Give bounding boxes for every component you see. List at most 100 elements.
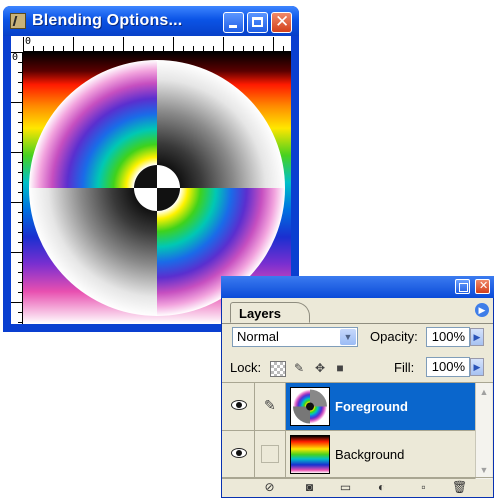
panel-menu-button[interactable]: ▶ — [475, 303, 489, 317]
scroll-down-icon[interactable]: ▼ — [477, 463, 491, 477]
layers-scrollbar[interactable]: ▲ ▼ — [475, 383, 492, 479]
ruler-corner[interactable] — [11, 36, 23, 52]
opacity-slider-arrow-icon[interactable]: ▶ — [470, 328, 484, 346]
ruler-tick — [213, 46, 214, 51]
chevron-down-icon[interactable]: ▼ — [340, 329, 356, 345]
document-titlebar[interactable]: Blending Options... ✕ — [3, 6, 299, 36]
scroll-up-icon[interactable]: ▲ — [477, 385, 491, 399]
ruler-tick — [18, 112, 22, 113]
ruler-tick — [18, 182, 22, 183]
ruler-tick — [253, 46, 254, 51]
layers-panel: ✕ Layers ▶ Normal ▼ Opacity: 100% ▶ Lock… — [221, 276, 494, 498]
visibility-toggle[interactable] — [222, 431, 255, 478]
eye-icon — [231, 400, 247, 410]
trash-icon[interactable]: 🗑 — [452, 480, 467, 494]
ruler-tick — [153, 46, 154, 51]
ruler-tick — [11, 102, 22, 103]
adjustment-layer-icon[interactable]: ◐ — [374, 480, 389, 494]
ruler-tick — [11, 302, 22, 303]
ruler-tick — [73, 37, 74, 51]
ruler-tick — [113, 46, 114, 51]
ruler-tick — [18, 192, 22, 193]
ruler-tick — [223, 37, 224, 51]
maximize-button[interactable] — [247, 12, 268, 33]
close-icon: ✕ — [479, 279, 489, 292]
horizontal-ruler[interactable]: 0 — [23, 36, 291, 52]
lock-position-icon[interactable]: ✥ — [313, 361, 327, 375]
ruler-h-origin-label: 0 — [25, 36, 32, 47]
layer-link-cell[interactable] — [255, 431, 286, 478]
new-group-icon[interactable]: ▭ — [338, 480, 353, 494]
tab-layers[interactable]: Layers — [230, 302, 310, 323]
ruler-tick — [93, 46, 94, 51]
panel-restore-button[interactable] — [455, 279, 470, 294]
ruler-tick — [243, 46, 244, 51]
vertical-ruler[interactable]: 0 — [11, 52, 23, 324]
ruler-tick — [18, 82, 22, 83]
ruler-tick — [18, 92, 22, 93]
restore-icon — [459, 283, 468, 292]
ruler-tick — [18, 62, 22, 63]
layer-name: Foreground — [335, 399, 408, 414]
lock-all-icon[interactable]: ■ — [333, 361, 347, 375]
lock-transparent-pixels-icon[interactable] — [270, 361, 286, 377]
layer-thumbnail — [290, 387, 330, 426]
ruler-tick — [273, 37, 274, 51]
ruler-tick — [83, 46, 84, 51]
minimize-button[interactable] — [223, 12, 244, 33]
panel-close-button[interactable]: ✕ — [475, 279, 490, 294]
blend-mode-dropdown[interactable]: Normal ▼ — [232, 327, 358, 347]
photoshop-document-icon — [10, 13, 26, 29]
ruler-tick — [18, 272, 22, 273]
close-button[interactable]: ✕ — [271, 12, 292, 33]
ruler-tick — [173, 37, 174, 51]
ruler-tick — [53, 46, 54, 51]
ruler-tick — [18, 312, 22, 313]
ruler-tick — [18, 232, 22, 233]
layer-link-cell[interactable]: ✎ — [255, 383, 286, 430]
ruler-tick — [11, 252, 22, 253]
layer-row-foreground[interactable]: ✎ Foreground — [222, 383, 475, 431]
ruler-tick — [11, 52, 22, 53]
add-mask-icon[interactable]: ◙ — [302, 480, 317, 494]
layer-thumbnail — [290, 435, 330, 474]
ruler-tick — [18, 212, 22, 213]
fill-field[interactable]: 100% — [426, 357, 470, 377]
minimize-icon — [229, 25, 237, 28]
ruler-tick — [193, 46, 194, 51]
ruler-tick — [43, 46, 44, 51]
ruler-tick — [263, 46, 264, 51]
visibility-toggle[interactable] — [222, 383, 255, 430]
ruler-tick — [18, 292, 22, 293]
opacity-field[interactable]: 100% — [426, 327, 470, 347]
ruler-tick — [203, 46, 204, 51]
blend-mode-value: Normal — [237, 329, 279, 344]
link-layers-icon[interactable]: ⊘ — [262, 480, 277, 494]
ruler-tick — [103, 46, 104, 51]
ruler-tick — [63, 46, 64, 51]
layer-name-area[interactable]: Background — [286, 431, 475, 478]
ruler-tick — [133, 46, 134, 51]
new-layer-icon[interactable]: ▫ — [416, 480, 431, 494]
layer-row-background[interactable]: Background — [222, 431, 475, 479]
ruler-tick — [283, 46, 284, 51]
layers-panel-titlebar[interactable]: ✕ — [221, 276, 494, 298]
ruler-tick — [18, 122, 22, 123]
maximize-icon — [252, 17, 263, 27]
ruler-tick — [18, 72, 22, 73]
lock-image-pixels-icon[interactable]: ✎ — [292, 361, 306, 375]
link-empty-box — [261, 445, 279, 463]
ruler-tick — [18, 162, 22, 163]
fill-label: Fill: — [394, 360, 415, 375]
play-arrow-icon: ▶ — [478, 305, 486, 315]
fill-slider-arrow-icon[interactable]: ▶ — [470, 358, 484, 376]
ruler-tick — [23, 37, 24, 51]
layer-name: Background — [335, 447, 405, 462]
opacity-label: Opacity: — [370, 329, 418, 344]
ruler-tick — [18, 322, 22, 323]
ruler-tick — [18, 142, 22, 143]
paintbrush-icon: ✎ — [264, 397, 276, 413]
layer-name-area[interactable]: Foreground — [286, 383, 475, 430]
ruler-tick — [143, 46, 144, 51]
ruler-tick — [123, 37, 124, 51]
